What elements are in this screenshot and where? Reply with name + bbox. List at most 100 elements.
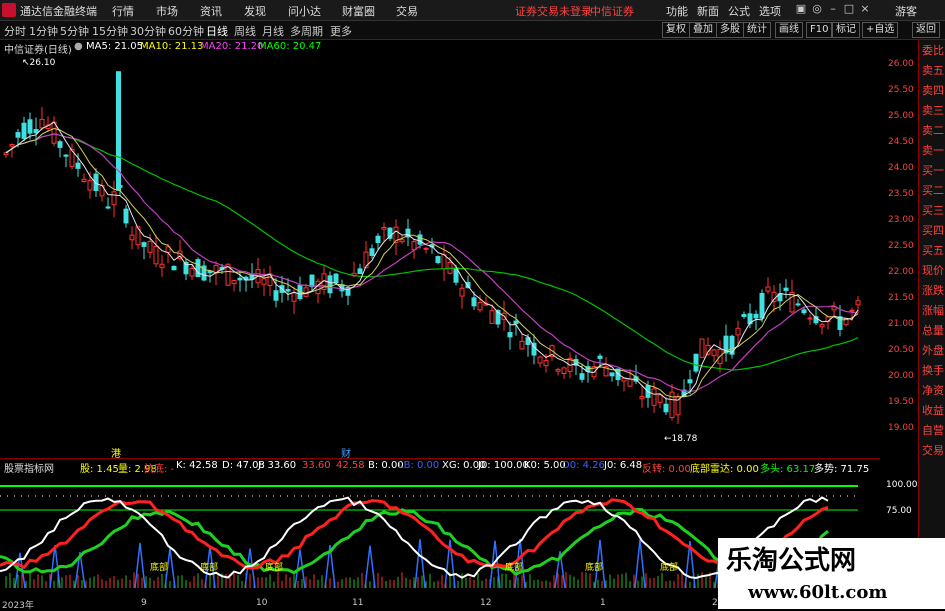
ind-label-dibu: 底部: [150, 561, 168, 573]
side-item[interactable]: 换手: [920, 362, 945, 378]
settings-icon[interactable]: ◎: [810, 2, 824, 16]
minimize-icon[interactable]: –: [826, 2, 840, 16]
side-item[interactable]: 总量: [920, 322, 945, 338]
price-tick: 23.00: [888, 215, 914, 225]
period-1min[interactable]: 1分钟: [29, 23, 58, 39]
menu-xinmian[interactable]: 新面: [697, 3, 719, 19]
menu-zixun[interactable]: 资讯: [200, 3, 222, 19]
period-daily[interactable]: 日线: [206, 23, 228, 39]
tongji-button[interactable]: 统计: [743, 22, 771, 38]
ma20-label: MA20: 21.20: [200, 41, 264, 52]
price-tick: 24.50: [888, 137, 914, 147]
side-item[interactable]: 卖三: [920, 102, 945, 118]
menu-shichang[interactable]: 市场: [156, 3, 178, 19]
ind-axis-100: 100.00: [886, 480, 918, 490]
login-status[interactable]: 证券交易未登录: [515, 3, 592, 19]
candle-body: [87, 180, 93, 191]
menu-gongshi[interactable]: 公式: [728, 3, 750, 19]
period-monthly[interactable]: 月线: [262, 23, 284, 39]
diejia-button[interactable]: 叠加: [689, 22, 717, 38]
candle-body: [621, 377, 627, 382]
candle-body: [639, 396, 645, 400]
period-toolbar: 分时 1分钟 5分钟 15分钟 30分钟 60分钟 日线 周线 月线 多周期 更…: [0, 21, 945, 40]
side-item[interactable]: 买一: [920, 162, 945, 178]
candle-body: [159, 263, 165, 269]
ind-white-line: [0, 496, 829, 580]
period-weekly[interactable]: 周线: [234, 23, 256, 39]
side-item[interactable]: 卖一: [920, 142, 945, 158]
huaxian-button[interactable]: 画线: [775, 22, 803, 38]
period-15min[interactable]: 15分钟: [92, 23, 128, 39]
side-item[interactable]: 净资: [920, 382, 945, 398]
maximize-icon[interactable]: □: [842, 2, 856, 16]
candlestick-chart[interactable]: [0, 54, 880, 458]
period-30min[interactable]: 30分钟: [130, 23, 166, 39]
side-item[interactable]: 买四: [920, 222, 945, 238]
zixuan-button[interactable]: +自选: [862, 22, 899, 38]
candle-body: [477, 302, 483, 311]
side-item[interactable]: 交易: [920, 442, 945, 458]
price-tick: 21.00: [888, 319, 914, 329]
period-fenshi[interactable]: 分时: [4, 23, 26, 39]
candle-body: [555, 369, 561, 372]
candle-body: [381, 227, 387, 230]
side-item[interactable]: 涨跌: [920, 282, 945, 298]
side-item[interactable]: 委比: [920, 42, 945, 58]
fanhui-button[interactable]: 返回: [912, 22, 940, 38]
f10-button[interactable]: F10: [806, 22, 833, 38]
side-item[interactable]: 外盘: [920, 342, 945, 358]
side-item[interactable]: 卖二: [920, 122, 945, 138]
settings-dot-icon[interactable]: ●: [74, 41, 83, 52]
candle-body: [57, 141, 63, 148]
candle-body: [561, 367, 567, 375]
candle-body: [129, 234, 135, 241]
side-item[interactable]: 卖四: [920, 82, 945, 98]
side-item[interactable]: 买二: [920, 182, 945, 198]
guest-label[interactable]: 游客: [895, 3, 917, 19]
fuquan-button[interactable]: 复权: [662, 22, 690, 38]
candle-body: [759, 293, 765, 319]
price-tick: 22.50: [888, 241, 914, 251]
menu-caifuquan[interactable]: 财富圈: [342, 3, 375, 19]
side-item[interactable]: 买三: [920, 202, 945, 218]
quote-side-panel[interactable]: 委比 卖五 卖四 卖三 卖二 卖一 买一 买二 买三 买四 买五 现价 涨跌 涨…: [918, 40, 945, 460]
candle-body: [285, 289, 291, 292]
candle-body: [21, 122, 27, 139]
price-tick: 19.00: [888, 423, 914, 433]
period-multi[interactable]: 多周期: [290, 23, 323, 39]
candle-body: [753, 313, 759, 319]
candle-body: [687, 379, 693, 384]
candle-body: [291, 292, 297, 302]
candle-body: [237, 277, 243, 281]
menu-jiaoyi[interactable]: 交易: [396, 3, 418, 19]
candle-body: [783, 287, 789, 291]
period-60min[interactable]: 60分钟: [168, 23, 204, 39]
high-annotation: ↖26.10: [22, 58, 56, 68]
ind-j0a: J0: 100.00: [478, 460, 529, 471]
menu-faxian[interactable]: 发现: [244, 3, 266, 19]
side-item[interactable]: 涨幅: [920, 302, 945, 318]
side-item[interactable]: 自营: [920, 422, 945, 438]
biaoji-button[interactable]: 标记: [832, 22, 860, 38]
skin-icon[interactable]: ▣: [794, 2, 808, 16]
period-more[interactable]: 更多: [330, 23, 352, 39]
watermark-url: www.60lt.com: [748, 582, 888, 603]
menu-wenxiaoda[interactable]: 问小达: [288, 3, 321, 19]
menu-gongneng[interactable]: 功能: [666, 3, 688, 19]
duogu-button[interactable]: 多股: [716, 22, 744, 38]
menu-hangqing[interactable]: 行情: [112, 3, 134, 19]
side-item[interactable]: 收益: [920, 402, 945, 418]
candle-body: [357, 268, 363, 275]
side-item[interactable]: 卖五: [920, 62, 945, 78]
period-5min[interactable]: 5分钟: [60, 23, 89, 39]
candle-body: [441, 254, 447, 270]
close-icon[interactable]: ×: [858, 2, 872, 16]
ind-v2: 42.58: [336, 460, 365, 471]
ind-spike: [414, 539, 426, 589]
ind-label-dibu: 底部: [585, 561, 603, 573]
side-item[interactable]: 买五: [920, 242, 945, 258]
menu-xuanxiang[interactable]: 选项: [759, 3, 781, 19]
candle-body: [651, 388, 657, 406]
candle-body: [669, 391, 675, 418]
side-item[interactable]: 现价: [920, 262, 945, 278]
